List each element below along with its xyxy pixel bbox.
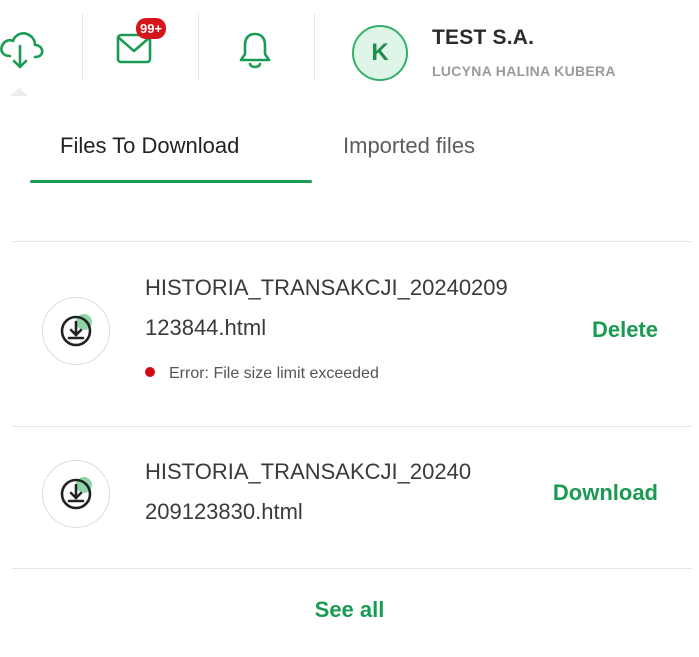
see-all-link[interactable]: See all	[0, 597, 699, 623]
mail-count-badge: 99+	[136, 18, 167, 39]
download-circle-icon	[60, 477, 92, 510]
file-error-message: Error: File size limit exceeded	[145, 364, 379, 384]
file-name: HISTORIA_TRANSAKCJI_20240209 123844.html	[145, 268, 545, 348]
file-name-line: HISTORIA_TRANSAKCJI_20240209	[145, 275, 508, 300]
active-tab-indicator	[30, 180, 312, 183]
file-row: HISTORIA_TRANSAKCJI_20240 209123830.html…	[12, 427, 692, 568]
error-dot-icon	[145, 367, 155, 377]
topbar-divider	[198, 14, 199, 80]
file-name-line: 209123830.html	[145, 499, 303, 524]
file-row: HISTORIA_TRANSAKCJI_20240209 123844.html…	[12, 242, 692, 426]
download-button[interactable]: Download	[553, 480, 658, 506]
file-icon-wrapper	[42, 460, 110, 528]
file-name-line: 123844.html	[145, 315, 267, 340]
bell-icon[interactable]	[237, 30, 273, 72]
file-name-line: HISTORIA_TRANSAKCJI_20240	[145, 459, 472, 484]
file-name: HISTORIA_TRANSAKCJI_20240 209123830.html	[145, 452, 545, 532]
delete-button[interactable]: Delete	[592, 317, 658, 343]
avatar[interactable]: K	[352, 25, 408, 81]
dropdown-caret	[10, 88, 28, 96]
file-error-text: Error: File size limit exceeded	[169, 365, 379, 382]
tab-imported-files[interactable]: Imported files	[343, 132, 475, 160]
file-icon-wrapper	[42, 297, 110, 365]
company-name[interactable]: TEST S.A.	[432, 26, 534, 50]
user-name[interactable]: LUCYNA HALINA KUBERA	[432, 63, 616, 79]
top-bar: 99+ K TEST S.A. LUCYNA HALINA KUBERA	[0, 0, 699, 96]
tab-files-to-download[interactable]: Files To Download	[60, 132, 239, 160]
list-divider	[12, 568, 692, 569]
cloud-download-icon[interactable]	[0, 26, 48, 74]
topbar-divider	[82, 14, 83, 80]
topbar-divider	[314, 14, 315, 80]
download-circle-icon	[60, 314, 92, 347]
